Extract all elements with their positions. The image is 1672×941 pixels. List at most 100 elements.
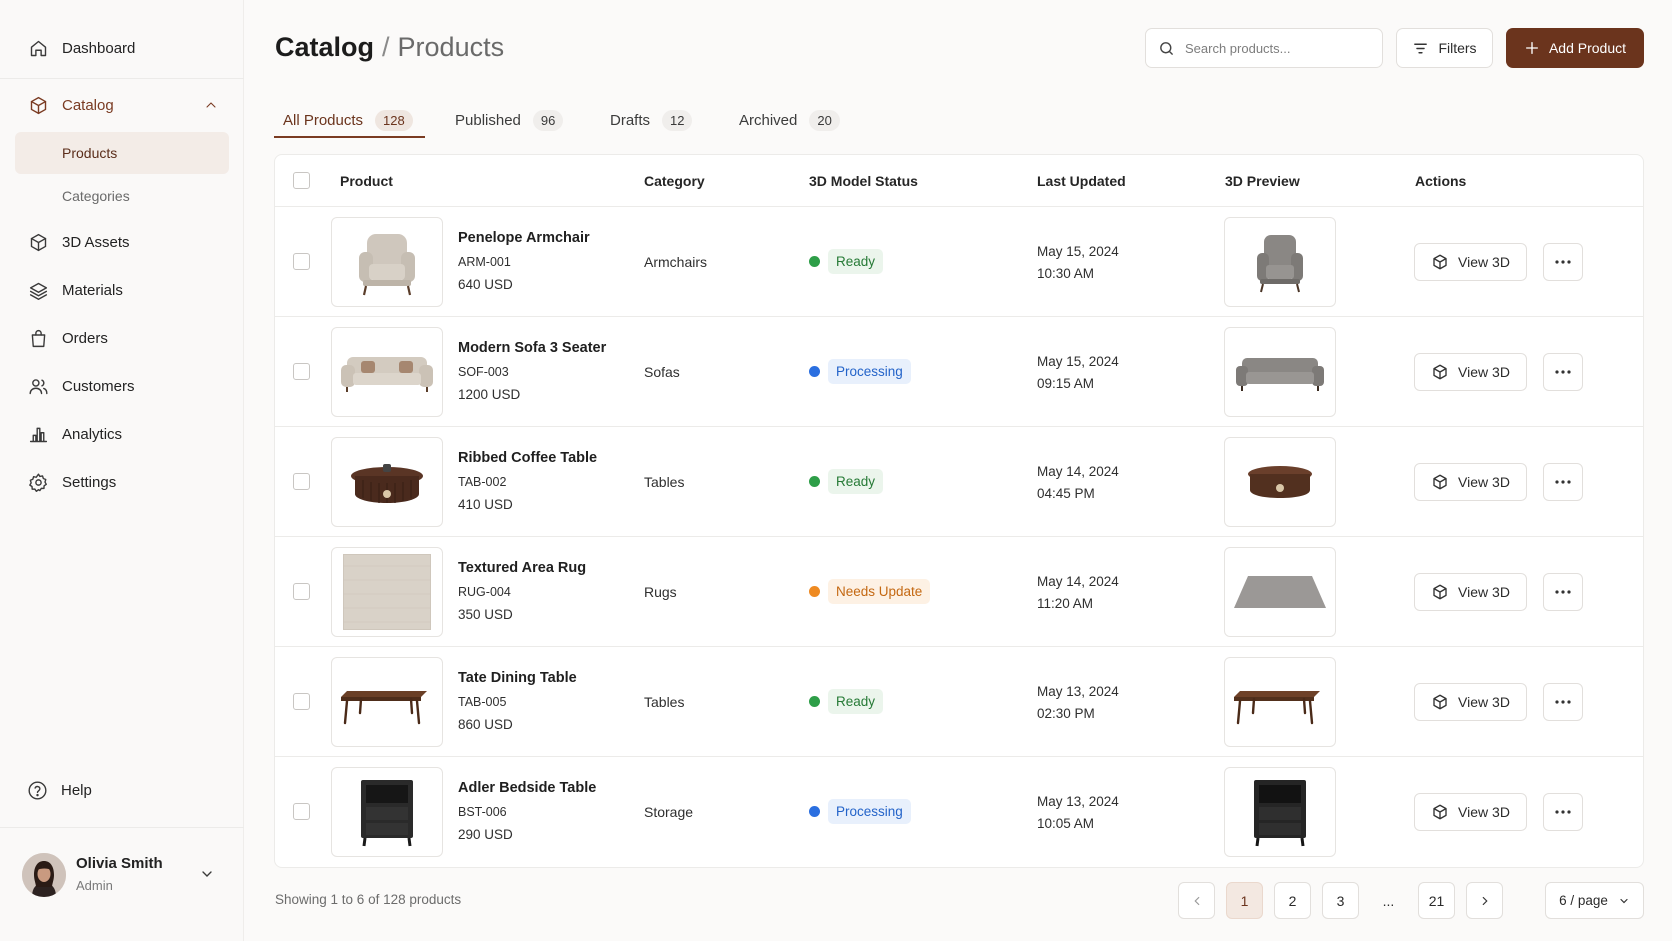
3d-preview[interactable] — [1224, 767, 1336, 857]
more-actions-button[interactable] — [1543, 353, 1583, 391]
table-row[interactable]: Adler Bedside Table BST-006 290 USD Stor… — [275, 757, 1643, 867]
row-checkbox[interactable] — [293, 693, 310, 710]
view-3d-label: View 3D — [1458, 254, 1510, 270]
more-actions-button[interactable] — [1543, 573, 1583, 611]
layers-icon — [29, 282, 48, 300]
sidebar-item-materials[interactable]: Materials — [15, 270, 229, 310]
view-3d-button[interactable]: View 3D — [1414, 793, 1527, 831]
table-row[interactable]: Tate Dining Table TAB-005 860 USD Tables… — [275, 647, 1643, 757]
shopping-bag-icon — [31, 329, 46, 347]
more-actions-button[interactable] — [1543, 463, 1583, 501]
view-3d-button[interactable]: View 3D — [1414, 353, 1527, 391]
chevron-down-icon[interactable] — [199, 866, 215, 882]
3d-preview[interactable] — [1224, 437, 1336, 527]
product-thumbnail[interactable] — [331, 547, 443, 637]
product-thumbnail[interactable] — [331, 437, 443, 527]
more-horizontal-icon — [1555, 260, 1571, 264]
row-checkbox[interactable] — [293, 473, 310, 490]
more-horizontal-icon — [1555, 370, 1571, 374]
sidebar-item-3d-assets[interactable]: 3D Assets — [15, 222, 229, 262]
row-checkbox[interactable] — [293, 583, 310, 600]
page-button-1[interactable]: 1 — [1226, 882, 1263, 919]
product-thumbnail[interactable] — [331, 657, 443, 747]
more-actions-button[interactable] — [1543, 793, 1583, 831]
search-input[interactable] — [1185, 40, 1365, 56]
product-name[interactable]: Tate Dining Table — [458, 670, 577, 686]
table-row[interactable]: Textured Area Rug RUG-004 350 USD Rugs N… — [275, 537, 1643, 647]
product-thumbnail[interactable] — [331, 217, 443, 307]
sidebar-item-settings[interactable]: Settings — [15, 462, 229, 502]
product-name[interactable]: Ribbed Coffee Table — [458, 450, 597, 466]
updated-date: May 14, 2024 — [1037, 464, 1119, 479]
sidebar-item-categories[interactable]: Categories — [15, 175, 229, 217]
status-dot — [809, 695, 820, 707]
3d-preview[interactable] — [1224, 657, 1336, 747]
prev-page-button[interactable] — [1178, 882, 1215, 919]
view-3d-label: View 3D — [1458, 364, 1510, 380]
armchair-image — [359, 234, 415, 296]
product-sku: RUG-004 — [458, 585, 511, 599]
3d-preview[interactable] — [1224, 217, 1336, 307]
cube-icon — [1433, 254, 1447, 270]
table-row[interactable]: Modern Sofa 3 Seater SOF-003 1200 USD So… — [275, 317, 1643, 427]
product-sku: ARM-001 — [458, 255, 511, 269]
3d-preview[interactable] — [1224, 547, 1336, 637]
status-dot — [809, 805, 820, 817]
product-name[interactable]: Textured Area Rug — [458, 560, 586, 576]
product-thumbnail[interactable] — [331, 767, 443, 857]
tab-all-products[interactable]: All Products 128 — [283, 102, 413, 138]
product-thumbnail[interactable] — [331, 327, 443, 417]
product-name[interactable]: Adler Bedside Table — [458, 780, 596, 796]
sidebar-item-catalog[interactable]: Catalog — [15, 85, 229, 125]
tab-archived[interactable]: Archived 20 — [739, 102, 840, 138]
view-3d-button[interactable]: View 3D — [1414, 463, 1527, 501]
product-sku: TAB-005 — [458, 695, 507, 709]
box-icon — [30, 96, 47, 114]
tab-drafts[interactable]: Drafts 12 — [610, 102, 693, 138]
select-all-checkbox[interactable] — [293, 172, 310, 189]
row-checkbox[interactable] — [293, 253, 310, 270]
sidebar-item-help[interactable]: Help — [15, 770, 229, 810]
view-3d-button[interactable]: View 3D — [1414, 243, 1527, 281]
table-row[interactable]: Ribbed Coffee Table TAB-002 410 USD Tabl… — [275, 427, 1643, 537]
filters-label: Filters — [1438, 40, 1477, 56]
page-ellipsis: ... — [1382, 892, 1395, 909]
search-box[interactable] — [1145, 28, 1383, 68]
updated-time: 10:30 AM — [1037, 266, 1095, 281]
page-button-3[interactable]: 3 — [1322, 882, 1359, 919]
cube-icon — [1433, 804, 1447, 820]
bedside-table-image — [361, 780, 413, 847]
product-price: 860 USD — [458, 717, 513, 732]
row-checkbox[interactable] — [293, 363, 310, 380]
row-checkbox[interactable] — [293, 803, 310, 820]
breadcrumb-catalog[interactable]: Catalog — [275, 32, 374, 63]
divider — [0, 827, 244, 828]
avatar[interactable] — [22, 853, 66, 897]
more-actions-button[interactable] — [1543, 243, 1583, 281]
table-row[interactable]: Penelope Armchair ARM-001 640 USD Armcha… — [275, 207, 1643, 317]
view-3d-button[interactable]: View 3D — [1414, 683, 1527, 721]
view-3d-button[interactable]: View 3D — [1414, 573, 1527, 611]
tab-published[interactable]: Published 96 — [455, 102, 564, 138]
user-name: Olivia Smith — [76, 855, 163, 872]
filter-icon — [1414, 43, 1428, 53]
sidebar-item-analytics[interactable]: Analytics — [15, 414, 229, 454]
product-name[interactable]: Penelope Armchair — [458, 230, 590, 246]
product-category: Sofas — [644, 364, 680, 380]
more-actions-button[interactable] — [1543, 683, 1583, 721]
3d-preview[interactable] — [1224, 327, 1336, 417]
page-button-21[interactable]: 21 — [1418, 882, 1455, 919]
dining-table-image — [341, 691, 427, 725]
product-name[interactable]: Modern Sofa 3 Seater — [458, 340, 606, 356]
filters-button[interactable]: Filters — [1396, 28, 1493, 68]
chevron-up-icon[interactable] — [203, 97, 219, 113]
sidebar-item-customers[interactable]: Customers — [15, 366, 229, 406]
page-button-2[interactable]: 2 — [1274, 882, 1311, 919]
page-size-select[interactable]: 6 / page — [1545, 882, 1644, 919]
next-page-button[interactable] — [1466, 882, 1503, 919]
add-product-button[interactable]: Add Product — [1506, 28, 1644, 68]
sidebar-item-orders[interactable]: Orders — [15, 318, 229, 358]
sidebar-item-products[interactable]: Products — [15, 132, 229, 174]
updated-date: May 13, 2024 — [1037, 684, 1119, 699]
sidebar-item-dashboard[interactable]: Dashboard — [15, 28, 229, 68]
